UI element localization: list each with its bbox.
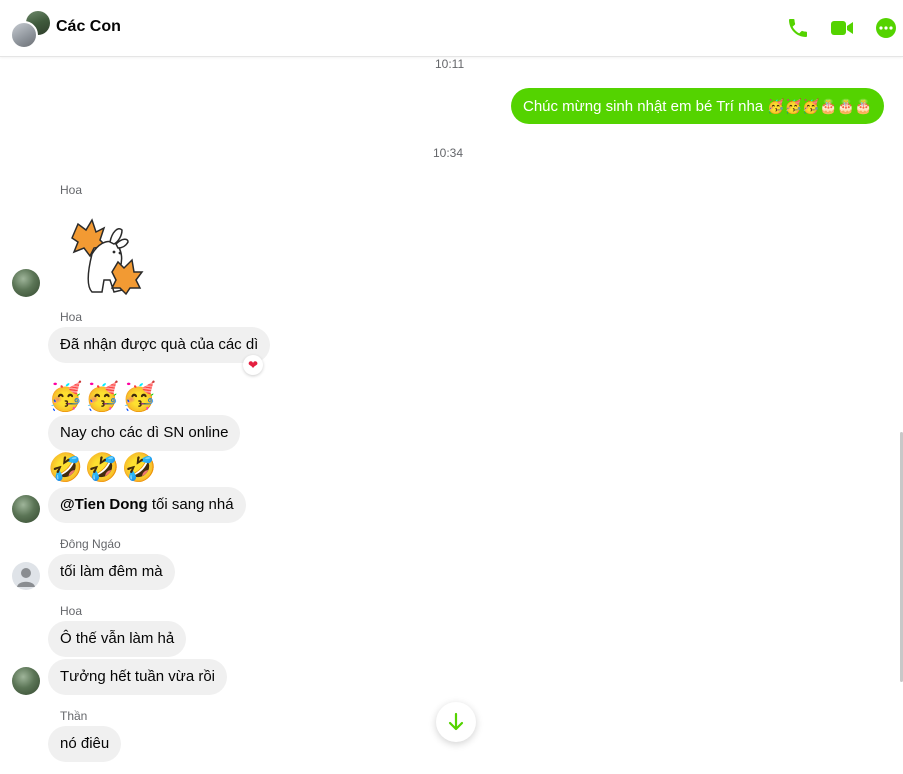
arrow-down-icon xyxy=(448,712,464,731)
incoming-message[interactable]: Tưởng hết tuần vừa rồi xyxy=(48,659,227,695)
timestamp: 10:11 xyxy=(435,57,465,71)
incoming-message[interactable]: @Tien Dong tối sang nhá xyxy=(48,487,246,523)
sender-name: Thần xyxy=(60,709,88,723)
message-text: Đã nhận được quà của các dì xyxy=(60,336,259,353)
timestamp: 10:34 xyxy=(433,146,464,160)
sender-name: Hoa xyxy=(60,604,83,618)
avatar[interactable] xyxy=(12,495,40,523)
conversation-title[interactable]: Các Con xyxy=(56,18,121,36)
heart-reaction-icon[interactable]: ❤ xyxy=(243,355,263,375)
outgoing-message[interactable]: Chúc mừng sinh nhật em bé Trí nha 🥳🥳🥳🎂🎂🎂 xyxy=(511,88,884,124)
sender-name: Hoa xyxy=(60,183,83,197)
avatar[interactable] xyxy=(12,667,40,695)
message-text: Tưởng hết tuần vừa rồi xyxy=(60,668,215,685)
message-text: tối sang nhá xyxy=(147,496,234,513)
member-avatar xyxy=(10,21,38,49)
incoming-message[interactable]: nó điêu xyxy=(48,726,122,762)
incoming-message[interactable]: Ô thế vẫn làm hả xyxy=(48,621,187,657)
message-text: Nay cho các dì SN online xyxy=(60,424,229,441)
chat-header: Các Con xyxy=(0,0,903,57)
default-avatar[interactable] xyxy=(12,562,40,590)
emoji-message[interactable]: 🤣🤣🤣 xyxy=(48,452,159,484)
more-options-icon[interactable] xyxy=(874,16,898,40)
incoming-message[interactable]: Đã nhận được quà của các dì xyxy=(48,327,271,363)
incoming-message[interactable]: tối làm đêm mà xyxy=(48,554,175,590)
incoming-message[interactable]: Nay cho các dì SN online xyxy=(48,415,241,451)
message-text: nó điêu xyxy=(60,735,110,752)
mention-link[interactable]: @Tien Dong xyxy=(60,496,148,513)
message-text: Ô thế vẫn làm hả xyxy=(60,630,175,647)
emoji-message[interactable]: 🥳🥳🥳 xyxy=(48,381,159,413)
sticker[interactable] xyxy=(64,216,144,298)
message-text: Chúc mừng sinh nhật em bé Trí nha xyxy=(523,98,764,115)
sender-name: Đông Ngáo xyxy=(60,537,121,551)
avatar[interactable] xyxy=(12,269,40,297)
video-call-icon[interactable] xyxy=(830,16,854,40)
message-text: tối làm đêm mà xyxy=(60,563,163,580)
phone-call-icon[interactable] xyxy=(786,16,810,40)
sender-name: Hoa xyxy=(60,310,83,324)
message-emojis: 🥳🥳🥳🎂🎂🎂 xyxy=(767,98,872,114)
scroll-to-bottom-button[interactable] xyxy=(436,702,476,742)
group-avatar[interactable] xyxy=(10,9,52,49)
